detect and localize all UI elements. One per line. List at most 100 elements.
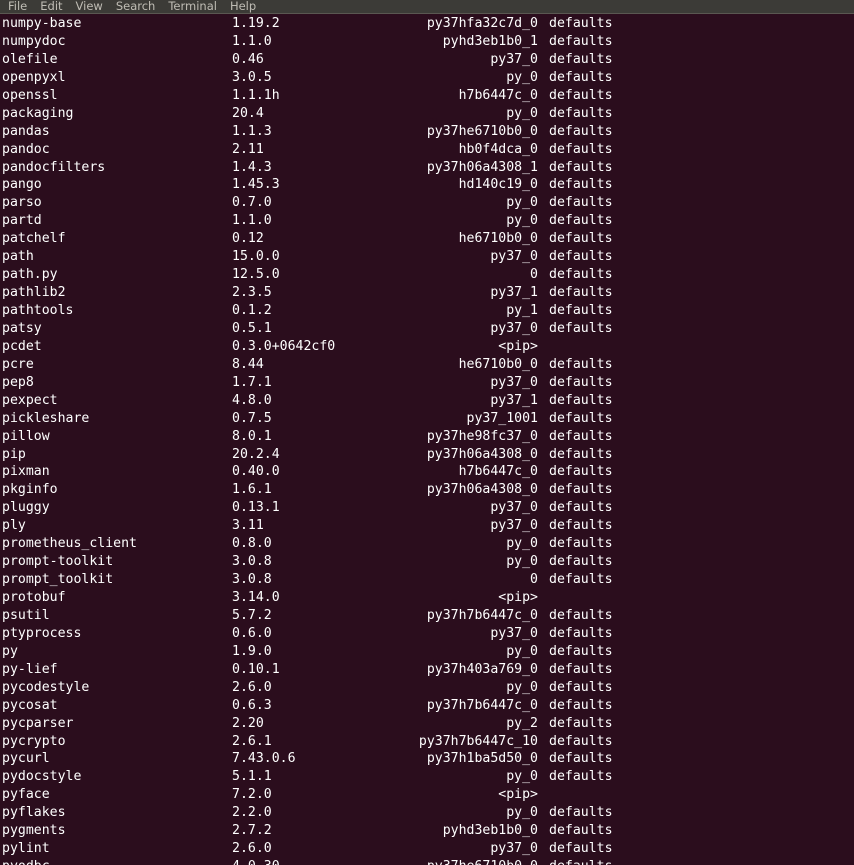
- package-row: pycparser 2.20 py_2 defaults: [0, 715, 854, 733]
- package-build: py37he98fc37_0: [426, 428, 538, 444]
- package-channel: defaults: [549, 141, 613, 157]
- package-row: pycurl 7.43.0.6 py37h1ba5d50_0 defaults: [0, 750, 854, 768]
- menu-view[interactable]: View: [76, 0, 103, 13]
- menu-terminal[interactable]: Terminal: [168, 0, 217, 13]
- terminal-window: File Edit View Search Terminal Help nump…: [0, 0, 854, 865]
- package-build: py37_0: [490, 625, 538, 641]
- package-build: py37hfa32c7d_0: [426, 16, 538, 31]
- package-row: numpy-base 1.19.2 py37hfa32c7d_0 defaults: [0, 15, 854, 33]
- package-channel: defaults: [549, 410, 613, 426]
- package-build: pyhd3eb1b0_0: [442, 823, 538, 839]
- package-row: pixman 0.40.0 h7b6447c_0 defaults: [0, 463, 854, 481]
- package-row: pcdet 0.3.0+0642cf0 <pip>: [0, 338, 854, 356]
- package-row: pexpect 4.8.0 py37_1 defaults: [0, 392, 854, 410]
- menu-help[interactable]: Help: [230, 0, 256, 13]
- package-channel: defaults: [549, 643, 613, 659]
- package-row: pylint 2.6.0 py37_0 defaults: [0, 840, 854, 858]
- package-channel: defaults: [549, 213, 613, 229]
- package-row: protobuf 3.14.0 <pip>: [0, 589, 854, 607]
- package-row: ply 3.11 py37_0 defaults: [0, 517, 854, 535]
- package-build: he6710b0_0: [458, 356, 538, 372]
- package-row: pathtools 0.1.2 py_1 defaults: [0, 302, 854, 320]
- package-row: openssl 1.1.1h h7b6447c_0 defaults: [0, 87, 854, 105]
- package-row: pip 20.2.4 py37h06a4308_0 defaults: [0, 446, 854, 464]
- package-row: path 15.0.0 py37_0 defaults: [0, 248, 854, 266]
- package-channel: defaults: [549, 823, 613, 839]
- package-build: h7b6447c_0: [458, 87, 538, 103]
- package-channel: defaults: [549, 446, 613, 462]
- package-row: pandas 1.1.3 py37he6710b0_0 defaults: [0, 123, 854, 141]
- package-row: pango 1.45.3 hd140c19_0 defaults: [0, 176, 854, 194]
- package-row: pillow 8.0.1 py37he98fc37_0 defaults: [0, 428, 854, 446]
- package-build: py_2: [506, 715, 538, 731]
- package-row: prometheus_client 0.8.0 py_0 defaults: [0, 535, 854, 553]
- package-channel: defaults: [549, 16, 613, 31]
- package-channel: defaults: [549, 159, 613, 175]
- package-row: partd 1.1.0 py_0 defaults: [0, 212, 854, 230]
- package-build: py37h1ba5d50_0: [426, 751, 538, 767]
- package-channel: defaults: [549, 285, 613, 301]
- package-channel: defaults: [549, 464, 613, 480]
- package-build: py_0: [506, 679, 538, 695]
- package-channel: defaults: [549, 625, 613, 641]
- package-channel: defaults: [549, 105, 613, 121]
- package-build: py_0: [506, 805, 538, 821]
- package-channel: defaults: [549, 303, 613, 318]
- package-channel: defaults: [549, 428, 613, 444]
- package-channel: defaults: [549, 518, 613, 534]
- package-row: pyodbc4.0.30py37he6710b0_0defaults: [0, 858, 854, 865]
- package-build: py37h7b6447c_10: [418, 733, 538, 749]
- package-build: py_0: [506, 195, 538, 211]
- package-channel: defaults: [549, 123, 613, 139]
- package-row: pandoc 2.11 hb0f4dca_0 defaults: [0, 141, 854, 159]
- package-channel: defaults: [549, 51, 613, 67]
- package-build: py_0: [506, 643, 538, 659]
- package-build: <pip>: [498, 590, 538, 605]
- package-channel: defaults: [549, 482, 613, 498]
- package-row: pluggy 0.13.1 py37_0 defaults: [0, 499, 854, 517]
- package-build: <pip>: [498, 787, 538, 803]
- package-build: py_1: [506, 303, 538, 318]
- package-row: pyflakes 2.2.0 py_0 defaults: [0, 804, 854, 822]
- package-row: patsy 0.5.1 py37_0 defaults: [0, 320, 854, 338]
- package-build: h7b6447c_0: [458, 464, 538, 480]
- package-row: packaging 20.4 py_0 defaults: [0, 105, 854, 123]
- package-row: openpyxl 3.0.5 py_0 defaults: [0, 69, 854, 87]
- package-channel: defaults: [549, 697, 613, 713]
- package-row: py 1.9.0 py_0 defaults: [0, 643, 854, 661]
- package-build: py37_1: [490, 392, 538, 408]
- package-channel: defaults: [549, 661, 613, 677]
- package-build: py37_0: [490, 320, 538, 336]
- menu-edit[interactable]: Edit: [40, 0, 62, 13]
- terminal-output-area[interactable]: numpy-base 1.19.2 py37hfa32c7d_0 defaults nu…: [0, 15, 854, 865]
- package-row: pathlib2 2.3.5 py37_1 defaults: [0, 284, 854, 302]
- package-build: py_0: [506, 213, 538, 229]
- package-build: py37h403a769_0: [426, 661, 538, 677]
- package-build: py37_0: [490, 500, 538, 516]
- package-build: py37_0: [490, 518, 538, 534]
- package-build: <pip>: [498, 338, 538, 354]
- package-channel: defaults: [549, 679, 613, 695]
- package-row: ptyprocess 0.6.0 py37_0 defaults: [0, 625, 854, 643]
- menu-search[interactable]: Search: [116, 0, 156, 13]
- package-build: py37_0: [490, 51, 538, 67]
- package-channel: defaults: [549, 87, 613, 103]
- package-channel: defaults: [549, 356, 613, 372]
- package-channel: defaults: [549, 231, 613, 247]
- package-channel: defaults: [549, 195, 613, 211]
- package-build: py37_1: [490, 285, 538, 301]
- package-channel: defaults: [549, 805, 613, 821]
- package-channel: defaults: [549, 177, 613, 193]
- package-build: hd140c19_0: [458, 177, 538, 193]
- package-row: pydocstyle 5.1.1 py_0 defaults: [0, 768, 854, 786]
- package-row: py-lief 0.10.1 py37h403a769_0 defaults: [0, 661, 854, 679]
- package-channel: defaults: [549, 536, 613, 552]
- menu-file[interactable]: File: [8, 0, 27, 13]
- package-channel: defaults: [549, 572, 613, 588]
- package-build: py_0: [506, 69, 538, 85]
- package-channel: defaults: [549, 392, 613, 408]
- package-row: pycrypto 2.6.1 py37h7b6447c_10 defaults: [0, 733, 854, 751]
- package-build: 0: [530, 572, 538, 588]
- package-channel: defaults: [549, 858, 613, 865]
- package-build: py37h06a4308_0: [426, 482, 538, 498]
